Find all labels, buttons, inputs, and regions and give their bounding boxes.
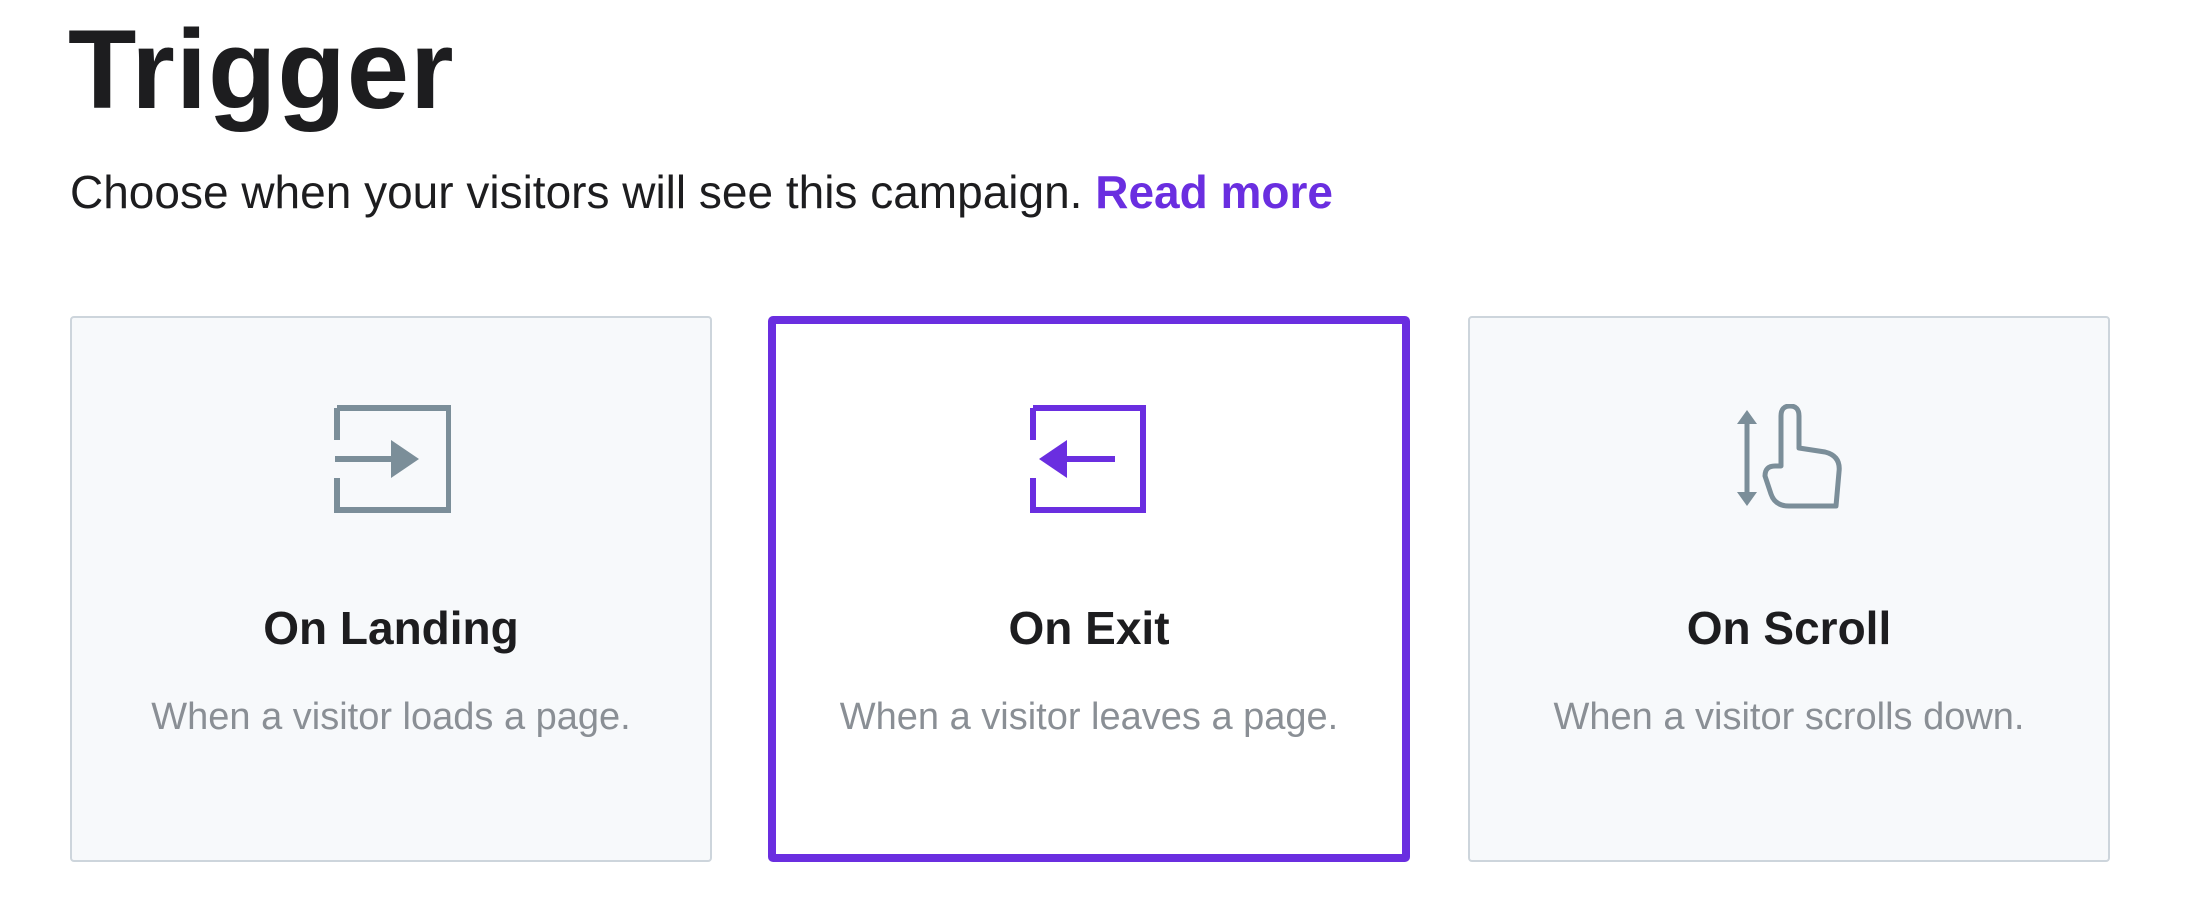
trigger-card-on-scroll[interactable]: On Scroll When a visitor scrolls down.: [1468, 316, 2110, 862]
trigger-options: On Landing When a visitor loads a page. …: [70, 316, 2122, 862]
trigger-description: When a visitor loads a page.: [151, 696, 631, 738]
page-title: Trigger: [68, 7, 455, 132]
trigger-card-on-exit[interactable]: On Exit When a visitor leaves a page.: [768, 316, 1410, 862]
trigger-description: When a visitor leaves a page.: [839, 696, 1339, 738]
trigger-title: On Exit: [1008, 602, 1170, 654]
enter-icon: [331, 404, 451, 514]
trigger-card-on-landing[interactable]: On Landing When a visitor loads a page.: [70, 316, 712, 862]
subtitle-text: Choose when your visitors will see this …: [70, 166, 1083, 218]
trigger-title: On Scroll: [1686, 602, 1892, 654]
page-subtitle: Choose when your visitors will see this …: [70, 162, 1333, 222]
trigger-description: When a visitor scrolls down.: [1553, 696, 2025, 738]
exit-icon: [1029, 404, 1149, 514]
scroll-hand-icon: [1729, 404, 1849, 514]
trigger-title: On Landing: [263, 602, 519, 654]
read-more-link[interactable]: Read more: [1095, 166, 1333, 218]
